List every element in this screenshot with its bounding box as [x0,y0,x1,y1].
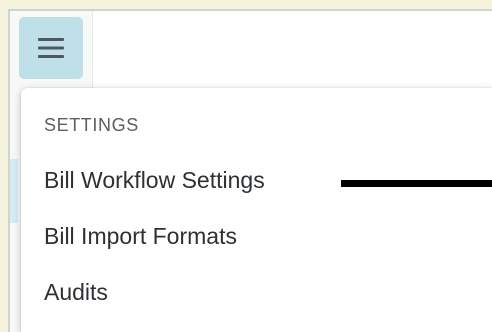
menu-item-bill-workflow-settings[interactable]: Bill Workflow Settings [44,167,265,194]
settings-dropdown-menu: SETTINGS Bill Workflow Settings Bill Imp… [21,88,492,332]
menu-item-bill-import-formats[interactable]: Bill Import Formats [44,223,237,250]
annotation-pointer-line [341,180,492,187]
hamburger-menu-icon [37,37,65,59]
menu-toggle-button[interactable] [19,17,83,79]
sidebar-selected-indicator [10,159,18,223]
menu-item-audits[interactable]: Audits [44,279,108,306]
settings-section-heading: SETTINGS [44,115,139,135]
